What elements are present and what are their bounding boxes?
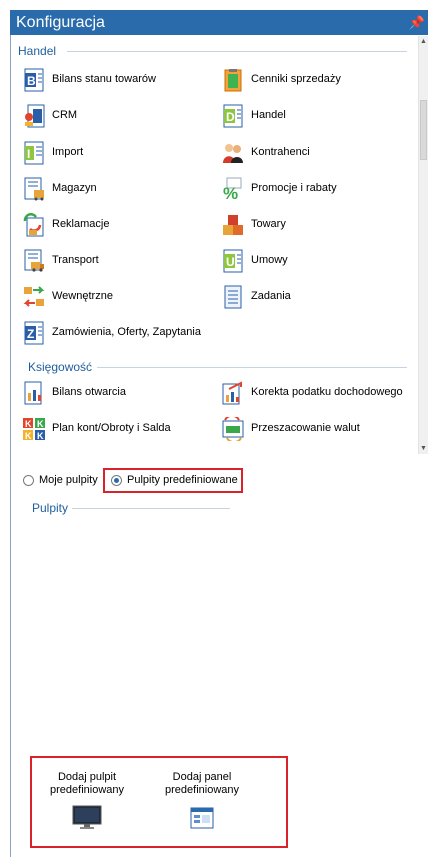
svg-text:K: K — [25, 419, 32, 429]
svg-text:B: B — [27, 74, 36, 88]
config-item-promocje-i-rabaty[interactable]: % Promocje i rabaty — [221, 175, 411, 203]
config-item-label: Zamówienia, Oferty, Zapytania — [52, 326, 201, 338]
document-d-icon: D — [223, 104, 243, 128]
monitor-icon — [72, 805, 102, 829]
internal-arrows-icon — [23, 286, 45, 307]
price-list-icon — [224, 69, 242, 92]
config-item-import[interactable]: I Import — [22, 139, 212, 167]
document-i-icon: I — [24, 141, 44, 165]
vertical-scrollbar[interactable]: ▲ ▼ — [418, 36, 428, 454]
config-item-label: Reklamacje — [52, 218, 110, 230]
add-predefined-panel-label: Dodaj panel predefiniowany — [165, 771, 239, 796]
config-item-label: Plan kont/Obroty i Salda — [52, 422, 171, 434]
config-item-bilans-stanu-towarow[interactable]: B Bilans stanu towarów — [22, 66, 212, 94]
add-predefined-desktop-button[interactable]: Dodaj pulpit predefiniowany — [40, 771, 134, 835]
add-predefined-desktop-label: Dodaj pulpit predefiniowany — [50, 771, 124, 796]
panel-titlebar: Konfiguracja 📌 — [10, 10, 428, 35]
configuration-list[interactable]: Handel B Bilans stanu towarów Cenniki sp… — [11, 36, 417, 454]
document-b-icon: B — [24, 68, 44, 92]
config-item-label: Cenniki sprzedaży — [251, 73, 341, 85]
tax-correction-icon — [222, 381, 242, 405]
config-item-bilans-otwarcia[interactable]: Bilans otwarcia — [22, 379, 212, 407]
complaints-icon — [23, 213, 44, 237]
config-item-kontrahenci[interactable]: Kontrahenci — [221, 139, 411, 167]
radio-moje-pulpity-label[interactable]: Moje pulpity — [39, 474, 98, 486]
config-item-handel[interactable]: D Handel — [221, 102, 411, 130]
svg-text:K: K — [25, 431, 32, 441]
panel-window-icon — [190, 807, 214, 829]
section-header-pulpity: Pulpity — [32, 501, 69, 515]
config-item-label: Przeszacowanie walut — [251, 422, 360, 434]
scroll-down-icon[interactable]: ▼ — [420, 445, 427, 452]
crm-icon — [25, 104, 45, 128]
truck-icon — [24, 249, 44, 272]
svg-text:Z: Z — [27, 327, 34, 341]
document-z-icon: Z — [24, 321, 44, 345]
contractors-icon — [223, 144, 243, 163]
scroll-up-icon[interactable]: ▲ — [420, 38, 427, 45]
config-item-zamowienia-oferty-zapytania[interactable]: Z Zamówienia, Oferty, Zapytania — [22, 319, 282, 347]
config-item-transport[interactable]: Transport — [22, 247, 212, 275]
highlight-frame — [103, 468, 243, 493]
config-item-magazyn[interactable]: Magazyn — [22, 175, 212, 203]
scrollbar-thumb[interactable] — [420, 100, 427, 160]
config-item-label: Bilans stanu towarów — [52, 73, 156, 85]
section-divider — [97, 367, 407, 368]
config-item-label: Magazyn — [52, 182, 97, 194]
warehouse-icon — [24, 177, 44, 201]
section-header-ksiegowosc: Księgowość — [28, 360, 93, 374]
config-item-korekta-podatku-dochodowego[interactable]: Korekta podatku dochodowego — [221, 379, 411, 407]
tasks-icon — [224, 285, 242, 309]
section-header-handel: Handel — [18, 44, 57, 58]
section-divider — [72, 508, 230, 509]
config-item-label: Korekta podatku dochodowego — [251, 386, 403, 398]
goods-boxes-icon — [223, 215, 243, 235]
config-item-umowy[interactable]: U Umowy — [221, 247, 411, 275]
config-item-label: Towary — [251, 218, 286, 230]
config-item-label: Zadania — [251, 290, 291, 302]
config-item-crm[interactable]: CRM — [22, 102, 212, 130]
opening-balance-icon — [24, 381, 42, 405]
svg-text:I: I — [27, 147, 30, 161]
config-item-zadania[interactable]: Zadania — [221, 283, 411, 311]
config-item-label: Handel — [251, 109, 286, 121]
svg-text:%: % — [223, 184, 238, 201]
svg-text:K: K — [37, 431, 44, 441]
currency-revaluation-icon — [222, 417, 244, 441]
config-item-cenniki-sprzedazy[interactable]: Cenniki sprzedaży — [221, 66, 411, 94]
config-item-label: Umowy — [251, 254, 288, 266]
config-item-przeszacowanie-walut[interactable]: Przeszacowanie walut — [221, 415, 411, 443]
config-item-label: Import — [52, 146, 84, 158]
config-item-label: Promocje i rabaty — [251, 182, 337, 194]
panel-title: Konfiguracja — [16, 14, 105, 31]
radio-moje-pulpity[interactable] — [23, 475, 34, 486]
config-item-reklamacje[interactable]: Reklamacje — [22, 211, 212, 239]
svg-text:D: D — [226, 110, 235, 124]
config-item-label: Transport — [52, 254, 99, 266]
document-u-icon: U — [223, 249, 243, 273]
config-item-label: Bilans otwarcia — [52, 386, 126, 398]
percent-icon: % — [223, 177, 242, 201]
svg-text:U: U — [226, 255, 235, 269]
section-divider — [67, 51, 407, 52]
config-item-plan-kont[interactable]: KKKK Plan kont/Obroty i Salda — [22, 415, 212, 443]
config-item-towary[interactable]: Towary — [221, 211, 411, 239]
pin-icon[interactable]: 📌 — [409, 10, 425, 35]
chart-of-accounts-icon: K KK K — [23, 418, 45, 441]
add-predefined-panel-button[interactable]: Dodaj panel predefiniowany — [155, 771, 249, 833]
config-item-wewnetrzne[interactable]: Wewnętrzne — [22, 283, 212, 311]
config-item-label: Kontrahenci — [251, 146, 310, 158]
config-item-label: CRM — [52, 109, 78, 121]
config-item-label: Wewnętrzne — [52, 290, 113, 302]
svg-text:K: K — [37, 419, 44, 429]
